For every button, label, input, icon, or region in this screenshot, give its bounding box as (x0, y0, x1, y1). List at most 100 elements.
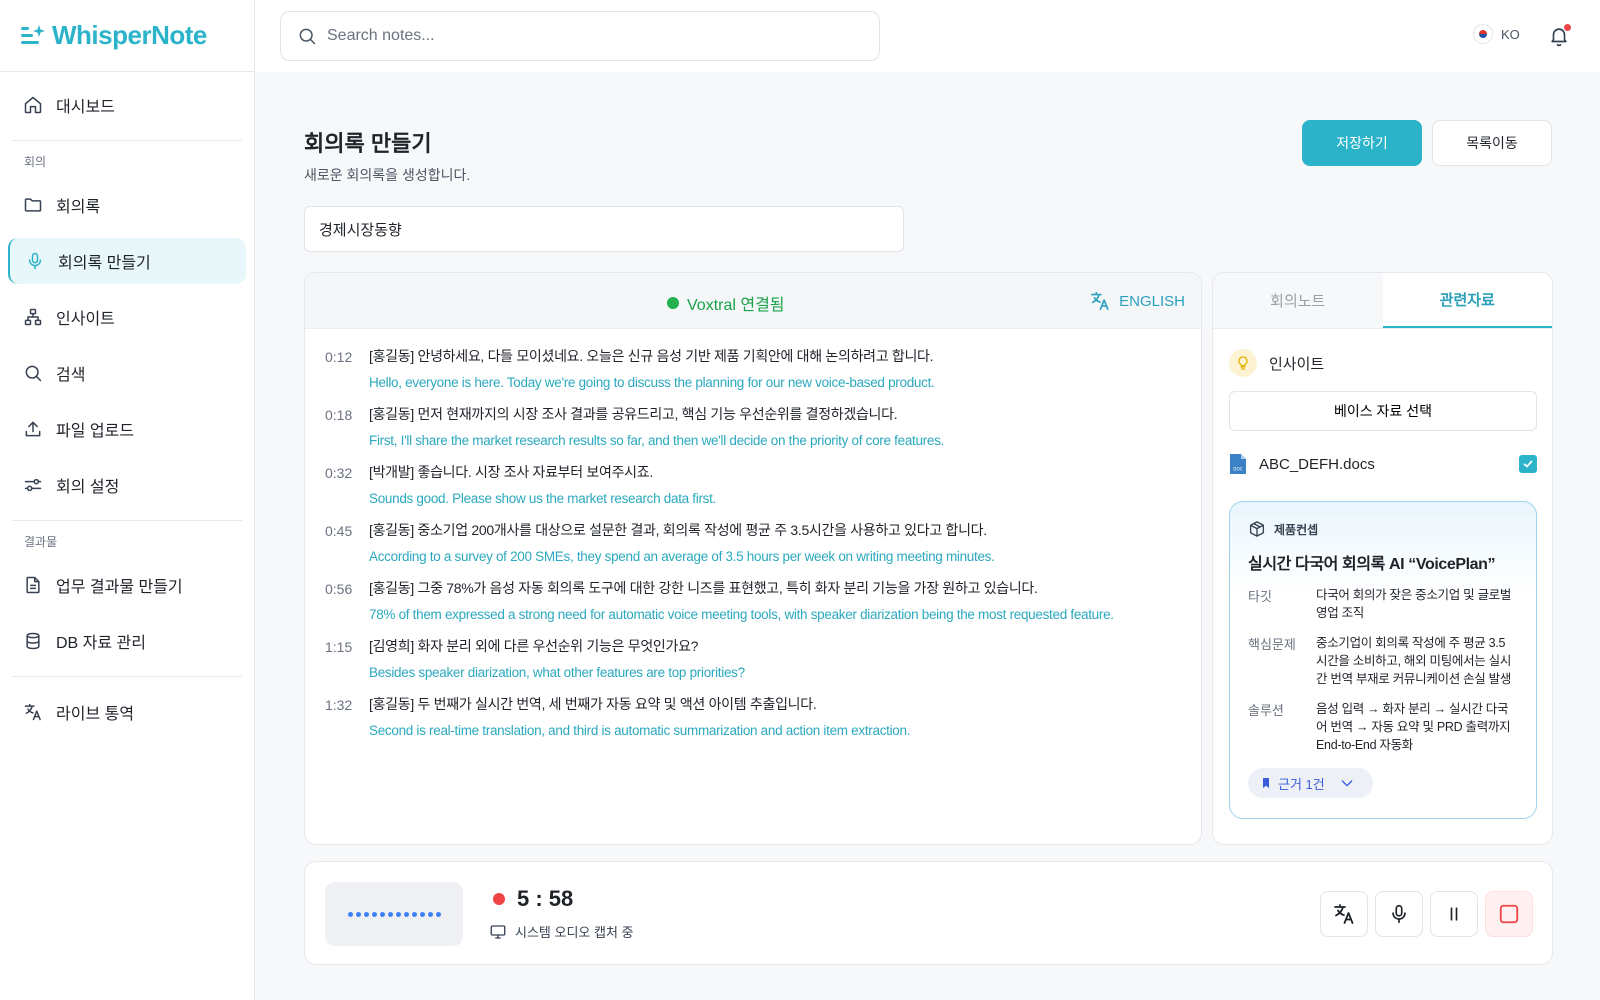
timestamp: 1:32 (325, 697, 353, 713)
connection-status: Voxtral 연결됨 (667, 291, 785, 315)
waveform-dot (435, 911, 441, 917)
waveform-dot (379, 911, 385, 917)
sidebar-item-label: 회의록 만들기 (58, 255, 151, 272)
pause-button[interactable] (1430, 891, 1478, 937)
waveform-dot (403, 911, 409, 917)
logo-icon (21, 24, 45, 44)
translation-language-label: ENGLISH (1119, 292, 1185, 310)
audio-waveform (325, 882, 463, 946)
sidebar-item-work-output[interactable]: 업무 결과물 만들기 (8, 562, 246, 608)
card-row: 솔루션 음성 입력 → 화자 분리 → 실시간 다국 어 번역 → 자동 요약 … (1248, 700, 1518, 754)
timestamp: 1:15 (325, 639, 353, 655)
sidebar-item-settings[interactable]: 회의 설정 (8, 462, 246, 508)
timestamp: 0:18 (325, 407, 353, 423)
translated-text: Besides speaker diarization, what other … (369, 665, 745, 680)
stop-button[interactable] (1485, 891, 1533, 937)
transcript-line: 0:12 [홍길동] 안녕하세요, 다들 모이셨네요. 오늘은 신규 음성 기반… (325, 347, 1181, 392)
capture-status-label: 시스템 오디오 캡처 중 (515, 925, 634, 940)
insight-header: 인사이트 (1229, 349, 1324, 377)
tab-related-materials[interactable]: 관련자료 (1382, 273, 1552, 328)
timestamp: 0:12 (325, 349, 353, 365)
check-icon (1523, 460, 1533, 468)
sidebar-item-insights[interactable]: 인사이트 (8, 294, 246, 340)
sidebar-item-meetings[interactable]: 회의록 (8, 182, 246, 228)
sidebar-item-label: 대시보드 (56, 99, 115, 116)
mic-icon (24, 250, 46, 272)
transcript-line: 0:18 [홍길동] 먼저 현재까지의 시장 조사 결과를 공유드리고, 핵심 … (325, 405, 1181, 450)
bookmark-icon (1263, 778, 1269, 788)
search-icon (22, 362, 44, 384)
app-logo[interactable]: WhisperNote (0, 0, 254, 72)
recording-timer: 5 : 58 (493, 886, 573, 912)
card-row-key: 타깃 (1248, 589, 1272, 604)
sidebar-item-create-meeting[interactable]: 회의록 만들기 (8, 238, 246, 284)
monitor-icon (490, 924, 506, 939)
translate-icon (1091, 291, 1109, 311)
card-row-value: 중소기업이 회의록 작성에 주 평균 3.5 시간을 소비하고, 해외 미팅에서… (1316, 636, 1512, 686)
search-input[interactable] (327, 27, 847, 45)
translation-language-button[interactable]: ENGLISH (1089, 290, 1185, 312)
korea-flag-icon (1473, 24, 1493, 44)
lightbulb-icon (1229, 349, 1257, 377)
evidence-toggle[interactable]: 근거 1건 (1248, 768, 1373, 798)
sidebar-item-upload[interactable]: 파일 업로드 (8, 406, 246, 452)
translate-button[interactable] (1320, 891, 1368, 937)
sidebar-item-live-interpret[interactable]: 라이브 통역 (8, 689, 246, 735)
sidebar-item-search[interactable]: 검색 (8, 350, 246, 396)
connection-label: Voxtral 연결됨 (687, 297, 785, 314)
timer-text: 5 : 58 (517, 886, 574, 911)
divider (12, 676, 242, 677)
sidebar-item-dashboard[interactable]: 대시보드 (8, 82, 246, 128)
sidebar-item-label: 업무 결과물 만들기 (56, 579, 183, 596)
sidebar-item-label: 회의록 (56, 199, 101, 216)
sidebar-item-label: 인사이트 (56, 311, 115, 328)
select-base-material-button[interactable]: 베이스 자료 선택 (1229, 391, 1537, 431)
status-dot (667, 297, 679, 309)
app-name: WhisperNote (52, 20, 207, 50)
translate-icon (22, 701, 44, 723)
search-box[interactable] (280, 11, 880, 61)
translated-text: According to a survey of 200 SMEs, they … (369, 549, 995, 564)
tab-meeting-notes[interactable]: 회의노트 (1213, 273, 1383, 328)
file-item[interactable]: DOC ABC_DEFH.docs (1229, 451, 1537, 477)
original-text: [박개발] 좋습니다. 시장 조사 자료부터 보여주시죠. (369, 464, 653, 480)
sidebar-item-db[interactable]: DB 자료 관리 (8, 618, 246, 664)
divider (12, 140, 242, 141)
language-switcher[interactable]: KO (1473, 24, 1520, 44)
sliders-icon (22, 474, 44, 496)
transcript-line: 1:15 [김영희] 화자 분리 외에 다른 우선순위 기능은 무엇인가요? Be… (325, 637, 1181, 682)
upload-icon (22, 418, 44, 440)
file-checkbox[interactable] (1519, 455, 1537, 473)
notification-button[interactable] (1548, 24, 1571, 48)
page-title: 회의록 만들기 (304, 131, 432, 156)
waveform-dot (427, 911, 433, 917)
transcript-header: Voxtral 연결됨 ENGLISH (305, 273, 1201, 329)
save-button[interactable]: 저장하기 (1302, 120, 1422, 166)
waveform-dot (387, 911, 393, 917)
mic-button[interactable] (1375, 891, 1423, 937)
original-text: [홍길동] 안녕하세요, 다들 모이셨네요. 오늘은 신규 음성 기반 제품 기… (369, 348, 934, 364)
card-row-key: 핵심문제 (1248, 637, 1296, 652)
insight-card[interactable]: 제품컨셉 실시간 다국어 회의록 AI “VoicePlan” 타깃 다국어 회… (1229, 501, 1537, 819)
go-to-list-button[interactable]: 목록이동 (1432, 120, 1552, 166)
topbar: KO (255, 0, 1600, 72)
transcript-line: 0:45 [홍길동] 중소기업 200개사를 대상으로 설문한 결과, 회의록 … (325, 521, 1181, 566)
evidence-label: 근거 1건 (1278, 776, 1325, 792)
divider (12, 520, 242, 521)
database-icon (22, 630, 44, 652)
card-tag: 제품컨셉 (1248, 520, 1518, 538)
home-icon (22, 94, 44, 116)
transcript-line: 0:32 [박개발] 좋습니다. 시장 조사 자료부터 보여주시죠. Sounds… (325, 463, 1181, 508)
translated-text: First, I'll share the market research re… (369, 433, 944, 448)
card-title: 실시간 다국어 회의록 AI “VoicePlan” (1248, 556, 1496, 573)
meeting-title-input[interactable] (304, 206, 904, 252)
original-text: [김영희] 화자 분리 외에 다른 우선순위 기능은 무엇인가요? (369, 638, 699, 654)
card-tag-label: 제품컨셉 (1274, 522, 1319, 537)
chevron-down-icon (1341, 780, 1353, 787)
waveform-dot (363, 911, 369, 917)
sidebar-nav: 대시보드 회의 회의록 회의록 만들기 인사이트 검색 파일 업로드 회의 설정… (0, 72, 254, 735)
waveform-dot (419, 911, 425, 917)
translate-icon (1334, 904, 1354, 924)
folder-icon (22, 194, 44, 216)
transcript-line: 1:32 [홍길동] 두 번째가 실시간 번역, 세 번째가 자동 요약 및 액… (325, 695, 1181, 740)
